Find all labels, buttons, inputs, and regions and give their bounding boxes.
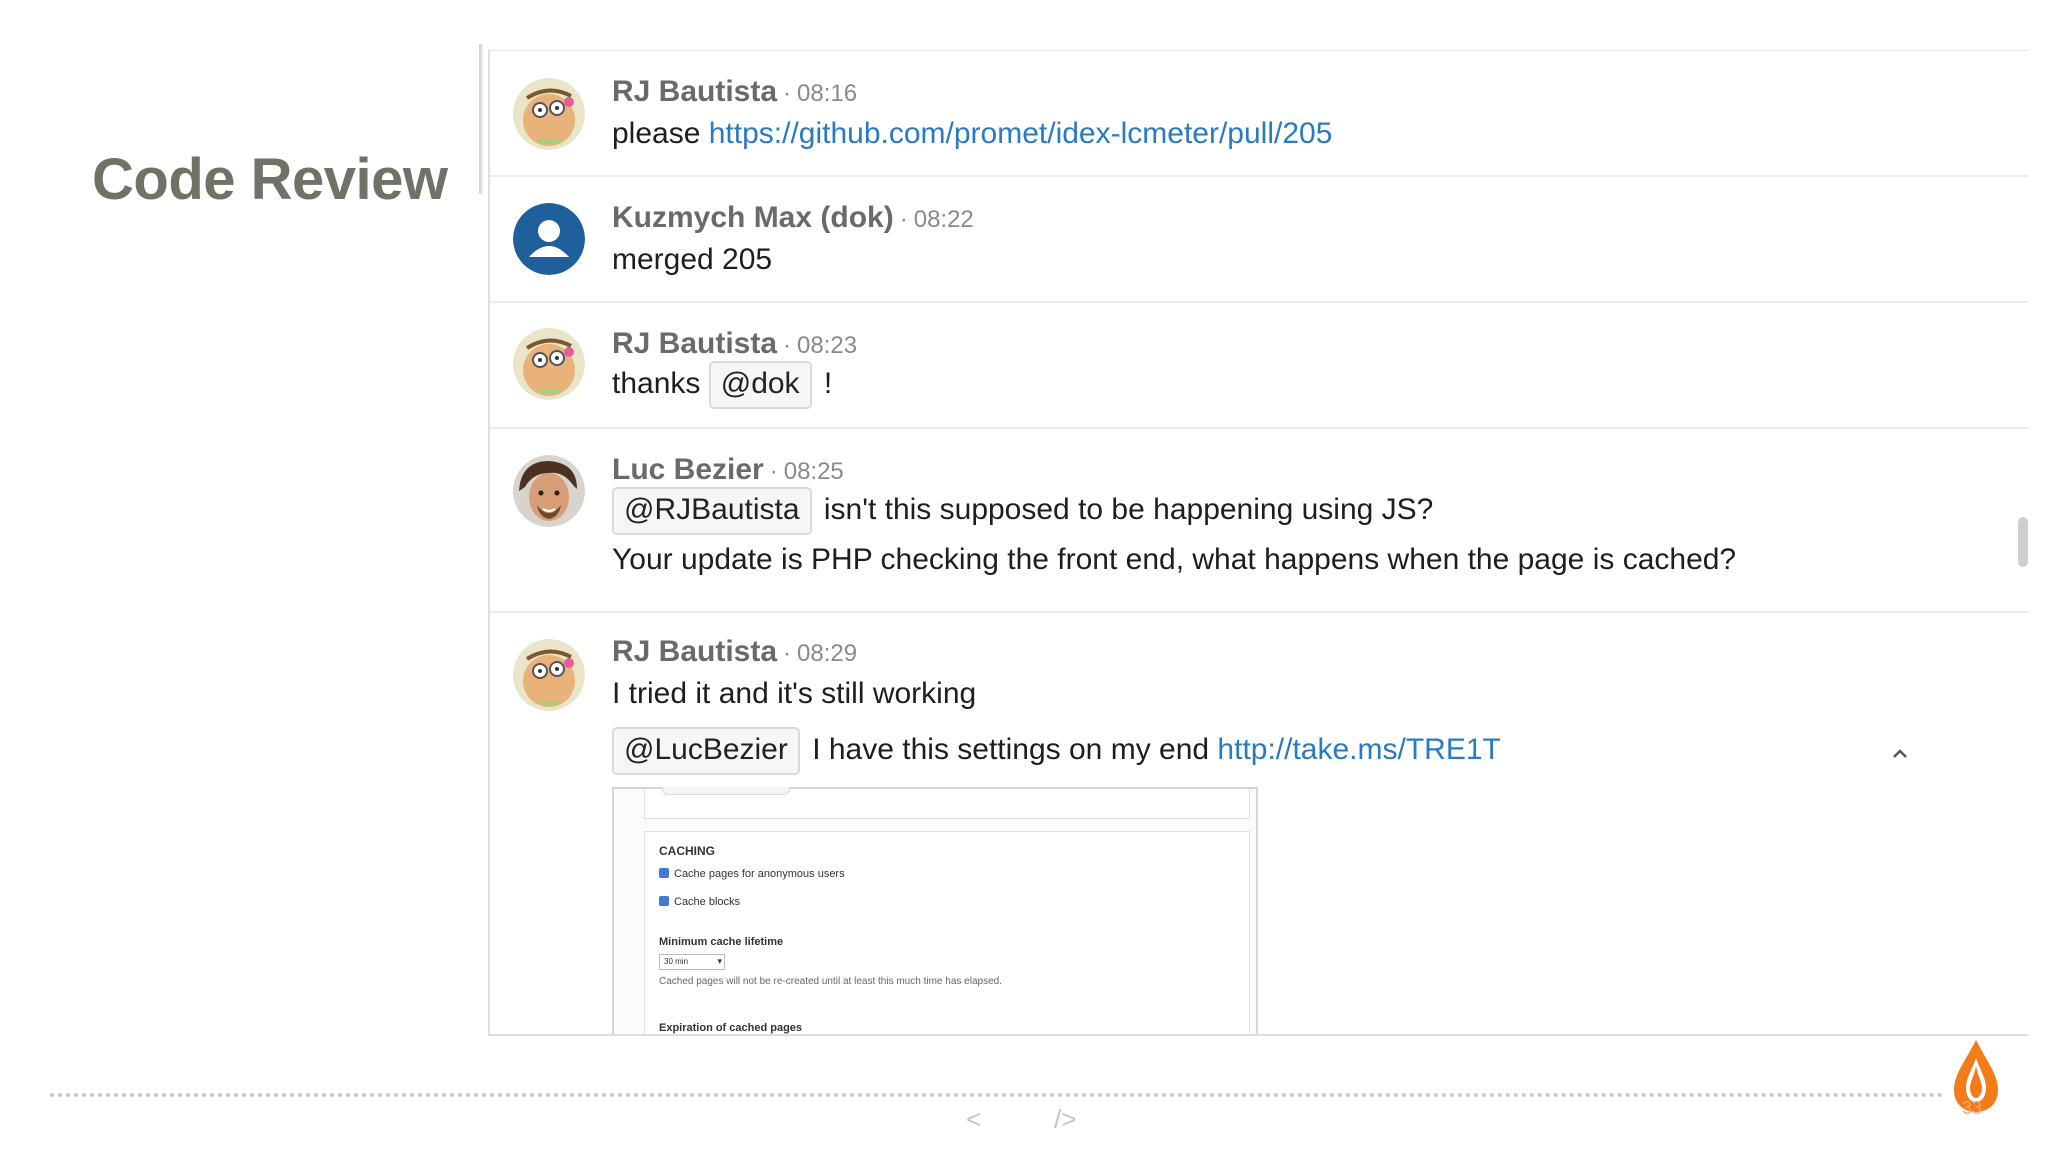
slide-title: Code Review <box>92 147 448 212</box>
default-user-icon <box>513 203 585 275</box>
checkbox-checked-icon <box>659 868 669 878</box>
text: isn't this supposed to be happening usin… <box>815 493 1434 526</box>
chat-message: Luc Bezier · 08:25 @RJBautista isn't this … <box>490 429 2028 613</box>
chat-panel: RJ Bautista · 08:16 please https://github.… <box>488 50 2028 1036</box>
text: please <box>612 117 709 150</box>
screenshot-tab <box>662 787 790 795</box>
avatar[interactable] <box>513 328 585 400</box>
page-number: 33 <box>1962 1098 1983 1118</box>
checkbox-label: Cache pages for anonymous users <box>674 868 845 880</box>
screenshot-link[interactable]: http://take.ms/TRE1T <box>1217 733 1500 766</box>
chat-message: RJ Bautista · 08:16 please https://github.… <box>490 51 2028 177</box>
dropdown-arrow-icon: ▾ <box>717 956 722 966</box>
author-name[interactable]: Kuzmych Max (dok) <box>612 201 894 234</box>
cartoon-avatar-icon <box>513 328 585 400</box>
message-text: I tried it and it's still working <box>612 677 977 710</box>
timestamp: 08:16 <box>797 80 858 107</box>
checkbox-cache-pages: Cache pages for anonymous users <box>659 868 845 880</box>
author-name[interactable]: RJ Bautista <box>612 327 777 360</box>
author-name[interactable]: RJ Bautista <box>612 75 777 108</box>
text: thanks <box>612 367 709 400</box>
separator: · <box>769 458 778 485</box>
text: ! <box>815 367 833 400</box>
separator: · <box>783 332 792 359</box>
message-header: RJ Bautista · 08:23 <box>612 327 857 361</box>
message-header: Kuzmych Max (dok) · 08:22 <box>612 201 974 235</box>
checkbox-label: Cache blocks <box>674 896 741 908</box>
photo-avatar-icon <box>513 455 585 527</box>
separator: · <box>783 640 792 667</box>
chat-message: RJ Bautista · 08:23 thanks @dok ! <box>490 303 2028 429</box>
checkbox-checked-icon <box>659 896 669 906</box>
avatar[interactable] <box>513 639 585 711</box>
cartoon-avatar-icon <box>513 78 585 150</box>
select-value: 30 min <box>664 957 689 966</box>
message-text: @RJBautista isn't this supposed to be ha… <box>612 487 1433 535</box>
timestamp: 08:22 <box>913 206 974 233</box>
message-text: thanks @dok ! <box>612 361 832 409</box>
mention-chip[interactable]: @RJBautista <box>612 487 812 535</box>
scrollbar-thumb[interactable] <box>2018 517 2028 567</box>
message-text: Your update is PHP checking the front en… <box>612 543 1737 576</box>
separator: · <box>783 80 792 107</box>
chat-message: Kuzmych Max (dok) · 08:22 merged 205 <box>490 177 2028 303</box>
avatar[interactable] <box>513 203 585 275</box>
cartoon-avatar-icon <box>513 639 585 711</box>
checkbox-cache-blocks: Cache blocks <box>659 896 740 908</box>
expiration-label: Expiration of cached pages <box>659 1022 803 1034</box>
mention-chip[interactable]: @dok <box>708 361 812 409</box>
mention-chip[interactable]: @LucBezier <box>612 727 800 775</box>
min-lifetime-label: Minimum cache lifetime <box>659 936 784 948</box>
avatar[interactable] <box>513 78 585 150</box>
next-slide-button[interactable]: /> <box>1054 1104 1076 1135</box>
left-divider <box>479 44 483 194</box>
avatar[interactable] <box>513 455 585 527</box>
pull-request-link[interactable]: https://github.com/promet/idex-lcmeter/p… <box>709 117 1333 150</box>
embedded-screenshot[interactable]: CACHING Cache pages for anonymous users … <box>612 787 1258 1034</box>
caching-heading: CACHING <box>659 844 715 858</box>
author-name[interactable]: RJ Bautista <box>612 635 777 668</box>
timestamp: 08:29 <box>797 640 858 667</box>
author-name[interactable]: Luc Bezier <box>612 453 764 486</box>
message-header: RJ Bautista · 08:29 <box>612 635 857 669</box>
collapse-chevron-icon[interactable] <box>1888 742 1912 766</box>
message-header: RJ Bautista · 08:16 <box>612 75 857 109</box>
footer-divider <box>50 1093 1944 1097</box>
message-text: @LucBezier I have this settings on my en… <box>612 727 1501 775</box>
message-text: merged 205 <box>612 243 773 276</box>
chat-message: RJ Bautista · 08:29 I tried it and it's st… <box>490 613 2028 1034</box>
timestamp: 08:25 <box>783 458 844 485</box>
prev-slide-button[interactable]: < <box>966 1104 981 1135</box>
help-text: Cached pages will not be re-created unti… <box>659 976 1002 987</box>
message-header: Luc Bezier · 08:25 <box>612 453 844 487</box>
caching-settings-panel: CACHING Cache pages for anonymous users … <box>644 831 1250 1034</box>
scrollbar[interactable] <box>2014 51 2028 1034</box>
message-text: please https://github.com/promet/idex-lc… <box>612 117 1332 151</box>
min-lifetime-select: 30 min ▾ <box>659 954 725 970</box>
timestamp: 08:23 <box>797 332 858 359</box>
separator: · <box>899 206 908 233</box>
text: I have this settings on my end <box>803 733 1218 766</box>
